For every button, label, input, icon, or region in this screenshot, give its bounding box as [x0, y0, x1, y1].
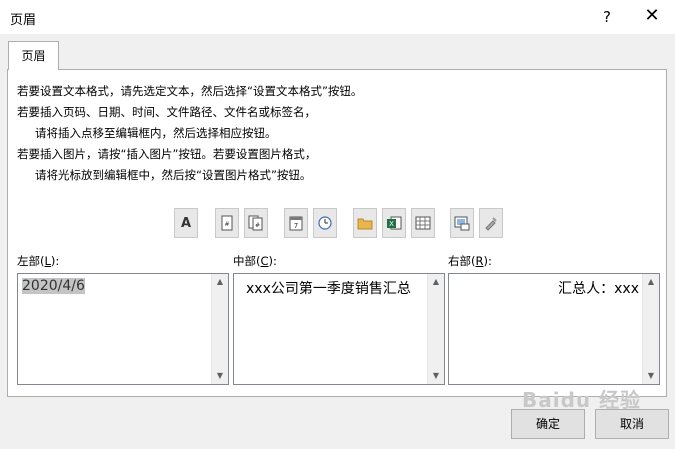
- help-button[interactable]: ?: [596, 5, 618, 29]
- scroll-down-icon[interactable]: ▼: [428, 368, 444, 384]
- instruction-line-3: 请将插入点移至编辑框内，然后选择相应按钮。: [35, 126, 277, 140]
- insert-time-button[interactable]: [313, 208, 337, 238]
- close-button[interactable]: ✕: [640, 4, 664, 28]
- title-bar: 页眉 ? ✕: [0, 0, 675, 34]
- insert-page-count-button[interactable]: #: [244, 208, 268, 238]
- insert-picture-icon: [454, 216, 470, 231]
- scroll-up-icon[interactable]: ▲: [212, 274, 228, 290]
- file-path-icon: [357, 218, 373, 230]
- left-section-editbox[interactable]: 2020/4/6 ▲ ▼: [17, 273, 229, 385]
- page-number-icon: #: [221, 215, 233, 231]
- center-section-text: xxx公司第一季度销售汇总: [246, 281, 411, 297]
- tab-header[interactable]: 页眉: [8, 41, 59, 70]
- left-section-text: 2020/4/6: [22, 278, 85, 294]
- left-section-scrollbar[interactable]: ▲ ▼: [211, 274, 228, 384]
- svg-text:#: #: [255, 222, 260, 229]
- format-picture-icon: [485, 217, 497, 231]
- page-count-icon: #: [248, 215, 263, 231]
- instruction-line-2: 若要插入页码、日期、时间、文件路径、文件名或标签名，: [17, 105, 316, 119]
- instruction-line-5: 请将光标放到编辑框中，然后按“设置图片格式”按钮。: [35, 168, 312, 182]
- cancel-button[interactable]: 取消: [595, 409, 669, 439]
- right-section-text: 汇总人：xxx: [558, 281, 639, 297]
- scroll-down-icon[interactable]: ▼: [212, 368, 228, 384]
- time-icon: [318, 216, 332, 230]
- left-section-label: 左部(L):: [17, 254, 60, 268]
- right-section-scrollbar[interactable]: ▲ ▼: [642, 274, 659, 384]
- center-section-label: 中部(C):: [233, 254, 277, 268]
- scroll-up-icon[interactable]: ▲: [643, 274, 659, 290]
- insert-page-number-button[interactable]: #: [215, 208, 239, 238]
- file-name-icon: X: [387, 216, 402, 230]
- scroll-up-icon[interactable]: ▲: [428, 274, 444, 290]
- insert-sheet-name-button[interactable]: [411, 208, 435, 238]
- svg-text:#: #: [224, 221, 229, 228]
- instruction-line-4: 若要插入图片，请按“插入图片”按钮。若要设置图片格式，: [17, 147, 317, 161]
- sheet-name-icon: [415, 216, 431, 230]
- center-section-editbox[interactable]: xxx公司第一季度销售汇总 ▲ ▼: [233, 273, 445, 385]
- insert-picture-button[interactable]: [450, 208, 474, 238]
- format-text-button[interactable]: A: [174, 208, 198, 238]
- date-icon: 7: [289, 216, 303, 231]
- right-section-editbox[interactable]: 汇总人：xxx ▲ ▼: [448, 273, 660, 385]
- svg-text:X: X: [389, 220, 394, 228]
- instruction-line-1: 若要设置文本格式，请先选定文本，然后选择“设置文本格式”按钮。: [17, 84, 363, 98]
- right-section-label: 右部(R):: [448, 254, 492, 268]
- ok-button[interactable]: 确定: [511, 409, 585, 439]
- scroll-down-icon[interactable]: ▼: [643, 368, 659, 384]
- format-text-icon: A: [180, 215, 192, 231]
- center-section-scrollbar[interactable]: ▲ ▼: [427, 274, 444, 384]
- insert-file-path-button[interactable]: [353, 208, 377, 238]
- insert-date-button[interactable]: 7: [284, 208, 308, 238]
- format-picture-button[interactable]: [479, 208, 503, 238]
- insert-file-name-button[interactable]: X: [382, 208, 406, 238]
- window-title: 页眉: [10, 13, 37, 28]
- svg-text:7: 7: [294, 222, 298, 230]
